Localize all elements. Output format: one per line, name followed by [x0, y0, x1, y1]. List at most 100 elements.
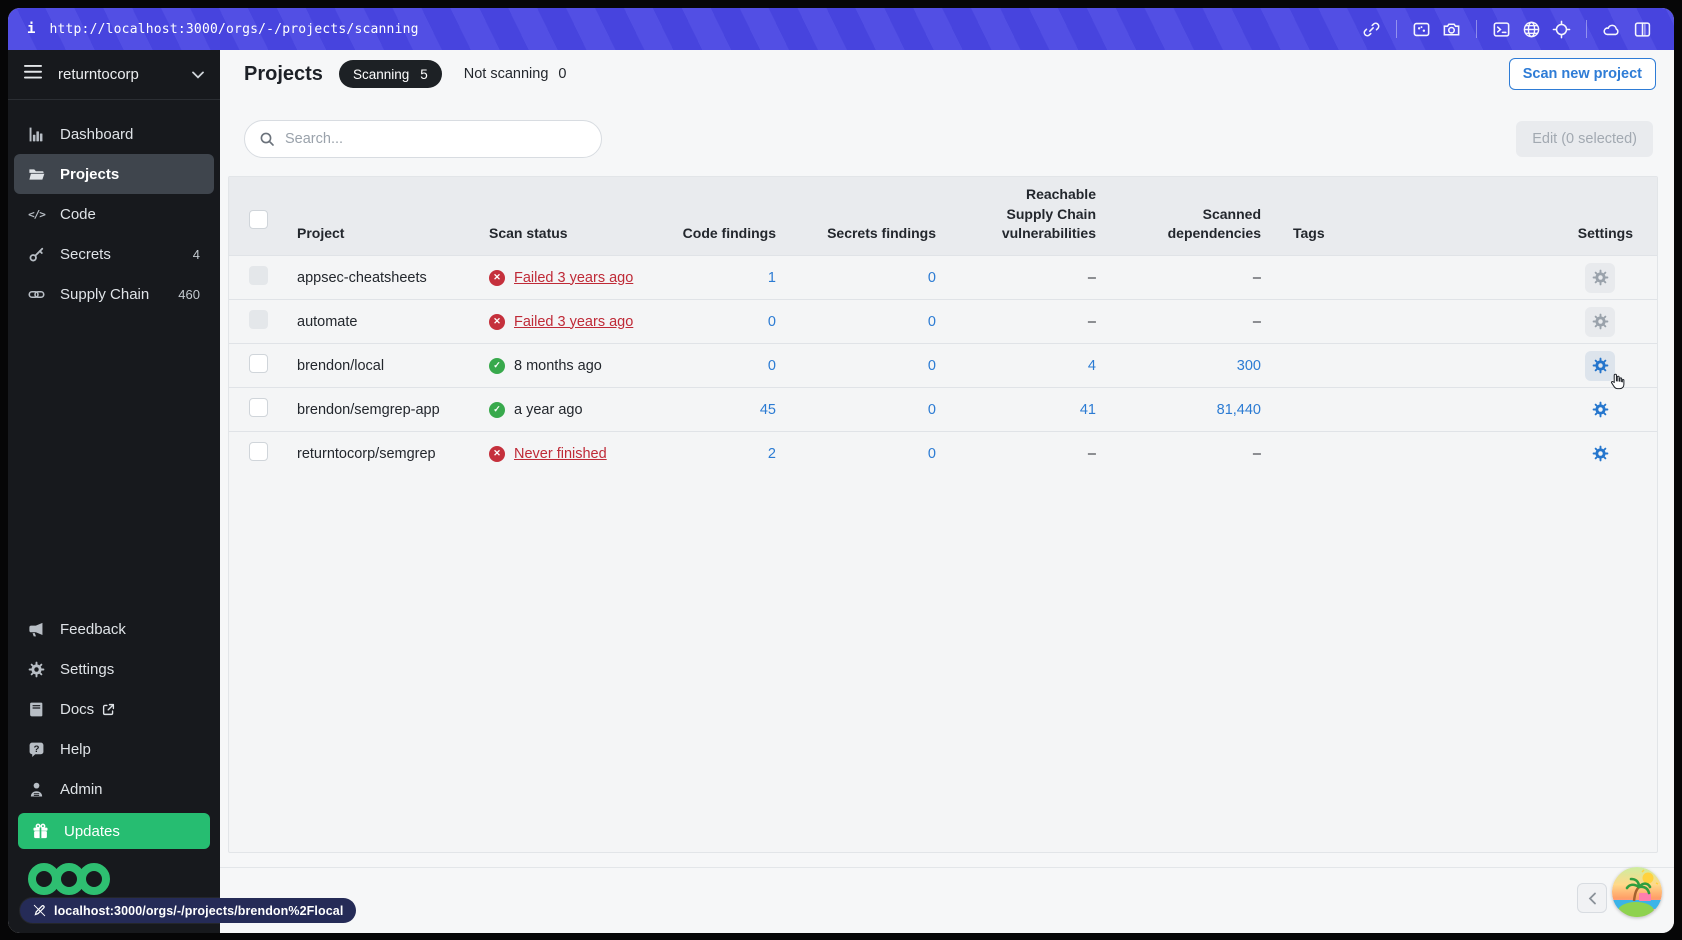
row-checkbox[interactable] — [249, 398, 268, 417]
terminal-icon[interactable] — [1492, 20, 1511, 39]
crosshair-icon[interactable] — [1552, 20, 1571, 39]
key-icon — [28, 246, 45, 263]
column-header-tags[interactable]: Tags — [1269, 224, 1509, 255]
tab-scanning[interactable]: Scanning 5 — [338, 60, 442, 88]
sidebar-item-docs[interactable]: Docs — [14, 689, 214, 729]
media-icon[interactable] — [1412, 20, 1431, 39]
reachable-vulns-link[interactable]: 4 — [1088, 358, 1096, 374]
main-content: Projects Scanning 5 Not scanning 0 Scan … — [220, 50, 1674, 933]
row-checkbox[interactable] — [249, 354, 268, 373]
project-settings-gear-icon[interactable] — [1585, 395, 1615, 425]
sidebar-item-label: Admin — [60, 780, 103, 798]
hamburger-menu-icon[interactable] — [24, 65, 42, 84]
sidebar: returntocorp Dashboard Projects </> Code… — [8, 50, 220, 933]
scan-status-link[interactable]: Never finished — [514, 446, 607, 462]
code-findings-link[interactable]: 45 — [760, 402, 776, 418]
svg-text:?: ? — [34, 744, 40, 755]
sidebar-item-help[interactable]: ? Help — [14, 729, 214, 769]
code-findings-link[interactable]: 0 — [768, 358, 776, 374]
column-header-code-findings[interactable]: Code findings — [669, 224, 784, 255]
code-findings-link[interactable]: 2 — [768, 446, 776, 462]
table-row: brendon/semgrep-app ✓ a year ago 45 0 41 … — [229, 387, 1657, 431]
scanned-deps-link[interactable]: 81,440 — [1217, 402, 1261, 418]
admin-person-icon — [28, 781, 45, 798]
sidebar-item-projects[interactable]: Projects — [14, 154, 214, 194]
sidebar-item-label: Secrets — [60, 245, 111, 263]
scan-status-link[interactable]: Failed 3 years ago — [514, 314, 633, 330]
tab-scanning-count: 5 — [420, 66, 428, 82]
row-checkbox — [249, 266, 268, 285]
project-settings-gear-icon[interactable] — [1585, 350, 1615, 381]
column-header-scanned-deps[interactable]: Scanned dependencies — [1104, 205, 1269, 255]
browser-window: i http://localhost:3000/orgs/-/projects/… — [8, 8, 1674, 933]
sidebar-item-label: Dashboard — [60, 125, 134, 143]
search-input[interactable] — [285, 131, 587, 147]
scanned-deps-link[interactable]: 300 — [1237, 358, 1261, 374]
scan-status-link[interactable]: a year ago — [514, 402, 583, 418]
search-box[interactable] — [244, 120, 602, 158]
toolbar-divider — [1396, 20, 1397, 38]
sidebar-item-label: Help — [60, 740, 91, 758]
sidebar-item-label: Updates — [64, 822, 120, 840]
book-icon — [28, 701, 45, 718]
table-toolbar: Edit (0 selected) — [220, 120, 1674, 158]
link-icon[interactable] — [1362, 20, 1381, 39]
supply-chain-count-badge: 460 — [178, 286, 200, 302]
scan-status-link[interactable]: Failed 3 years ago — [514, 270, 633, 286]
cloud-icon[interactable] — [1602, 20, 1622, 39]
select-all-checkbox[interactable] — [249, 210, 268, 230]
sidebar-item-label: Settings — [60, 660, 115, 678]
sidebar-item-admin[interactable]: Admin — [14, 769, 214, 809]
project-settings-gear-icon[interactable] — [1585, 262, 1615, 293]
camera-icon[interactable] — [1442, 20, 1461, 39]
sidebar-item-code[interactable]: </> Code — [14, 194, 214, 234]
previous-page-button[interactable] — [1577, 883, 1607, 913]
code-findings-link[interactable]: 1 — [768, 270, 776, 286]
scan-status-link[interactable]: 8 months ago — [514, 358, 602, 374]
project-settings-gear-icon[interactable] — [1585, 439, 1615, 469]
sidebar-item-updates[interactable]: Updates — [18, 813, 210, 849]
project-name: returntocorp/semgrep — [297, 445, 436, 462]
table-row: automate ✕ Failed 3 years ago 0 0 – – — [229, 299, 1657, 343]
column-header-project[interactable]: Project — [273, 224, 469, 255]
secrets-findings-link[interactable]: 0 — [928, 446, 936, 462]
footer-divider — [220, 867, 1674, 868]
failed-status-icon: ✕ — [489, 313, 505, 330]
table-row: brendon/local ✓ 8 months ago 0 0 4 300 — [229, 343, 1657, 389]
secrets-findings-link[interactable]: 0 — [928, 402, 936, 418]
sidebar-item-label: Code — [60, 205, 96, 223]
secrets-findings-link[interactable]: 0 — [928, 358, 936, 374]
sidebar-item-feedback[interactable]: Feedback — [14, 609, 214, 649]
tab-scanning-label: Scanning — [352, 66, 410, 82]
tab-not-scanning-label: Not scanning — [463, 66, 549, 82]
toolbar-divider — [1586, 20, 1587, 38]
column-header-scan-status[interactable]: Scan status — [469, 224, 669, 255]
org-switcher[interactable]: returntocorp — [8, 50, 220, 100]
tab-not-scanning[interactable]: Not scanning 0 — [464, 66, 567, 82]
code-findings-link[interactable]: 0 — [768, 314, 776, 330]
sidebar-item-settings[interactable]: Settings — [14, 649, 214, 689]
success-status-icon: ✓ — [489, 401, 505, 418]
user-avatar[interactable] — [1612, 867, 1662, 917]
failed-status-icon: ✕ — [489, 269, 505, 286]
sidebar-item-supply-chain[interactable]: Supply Chain 460 — [14, 274, 214, 314]
gear-icon — [28, 661, 45, 678]
sidebar-item-dashboard[interactable]: Dashboard — [14, 114, 214, 154]
split-view-icon[interactable] — [1633, 20, 1652, 39]
project-settings-gear-icon[interactable] — [1585, 306, 1615, 337]
sidebar-item-secrets[interactable]: Secrets 4 — [14, 234, 214, 274]
row-checkbox[interactable] — [249, 442, 268, 461]
reachable-vulns-link[interactable]: 41 — [1080, 402, 1096, 418]
url-text[interactable]: http://localhost:3000/orgs/-/projects/sc… — [49, 22, 418, 37]
scanned-deps-value: – — [1252, 269, 1261, 286]
globe-icon[interactable] — [1522, 20, 1541, 39]
scanned-deps-value: – — [1252, 445, 1261, 462]
column-header-secrets-findings[interactable]: Secrets findings — [784, 224, 944, 255]
secrets-findings-link[interactable]: 0 — [928, 270, 936, 286]
project-name: automate — [297, 313, 358, 330]
edit-selected-button[interactable]: Edit (0 selected) — [1516, 121, 1653, 157]
column-header-reachable-vulns[interactable]: Reachable Supply Chain vulnerabilities — [944, 185, 1104, 255]
secrets-findings-link[interactable]: 0 — [928, 314, 936, 330]
scan-new-project-button[interactable]: Scan new project — [1508, 58, 1656, 90]
org-name: returntocorp — [58, 66, 139, 83]
